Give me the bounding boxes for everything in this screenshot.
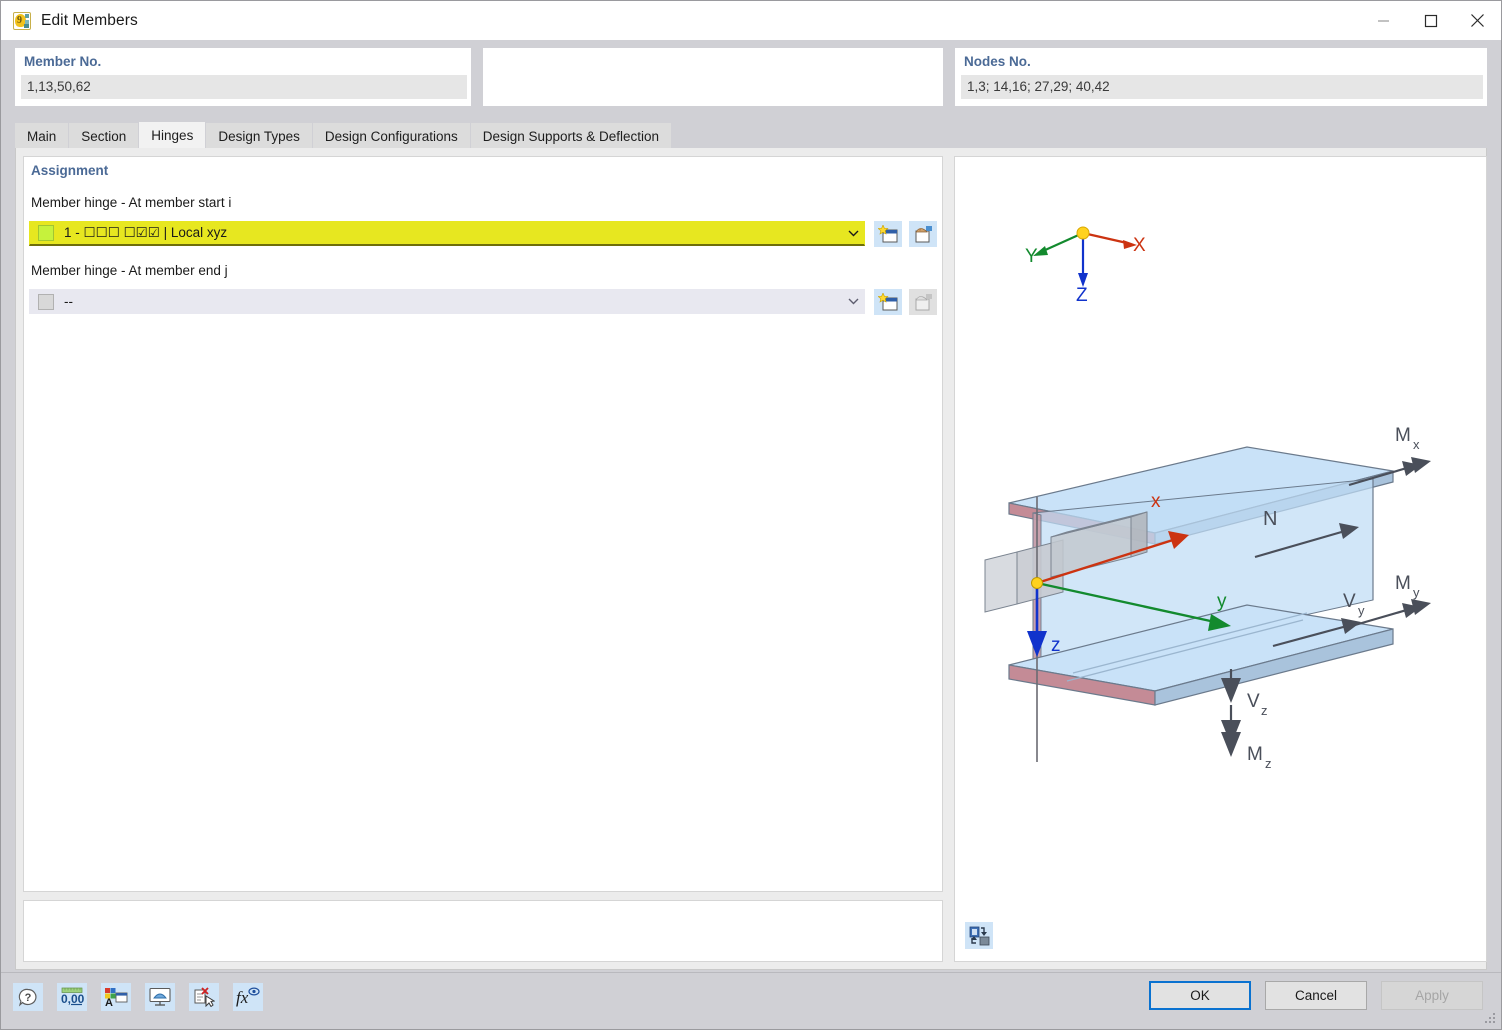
svg-text:fx: fx [236, 988, 249, 1007]
svg-text:V: V [1247, 691, 1260, 712]
member-hinge-end-value: -- [64, 294, 73, 309]
svg-text:X: X [1133, 235, 1146, 256]
member-hinge-start-label: Member hinge - At member start i [31, 195, 232, 210]
title-bar: 9 Edit Members [1, 1, 1501, 40]
app-icon: 9 [13, 11, 31, 30]
maximize-icon[interactable] [1407, 1, 1454, 40]
svg-text:M: M [1395, 425, 1411, 446]
close-icon[interactable] [1454, 1, 1501, 40]
svg-text:y: y [1413, 585, 1420, 600]
tab-design-supports-deflection[interactable]: Design Supports & Deflection [470, 123, 672, 148]
visualization-icon[interactable] [145, 983, 175, 1011]
member-hinge-start-value: 1 - ☐☐☐ ☐☑☑ | Local xyz [64, 225, 228, 240]
nodes-no-field: Nodes No. 1,3; 14,16; 27,29; 40,42 [955, 48, 1487, 106]
global-axis-triad: X Y Z [1025, 226, 1146, 306]
display-properties-icon[interactable]: A [101, 983, 131, 1011]
assignment-title: Assignment [31, 163, 109, 178]
svg-text:A: A [105, 997, 113, 1007]
member-no-field: Member No. 1,13,50,62 [15, 48, 471, 106]
dialog-buttons: OK Cancel Apply [1149, 981, 1483, 1010]
minimize-icon[interactable] [1360, 1, 1407, 40]
svg-text:x: x [1413, 437, 1420, 452]
chevron-down-icon[interactable] [842, 222, 864, 245]
svg-text:z: z [1051, 635, 1061, 656]
svg-text:M: M [1247, 744, 1263, 765]
member-no-input[interactable]: 1,13,50,62 [21, 75, 467, 99]
nodes-no-input[interactable]: 1,3; 14,16; 27,29; 40,42 [961, 75, 1483, 99]
svg-text:Z: Z [1076, 285, 1088, 306]
footer-toolbar: ? 0,00 A fx [13, 983, 263, 1011]
tab-hinges[interactable]: Hinges [139, 122, 206, 148]
toggle-view-button[interactable] [965, 922, 993, 949]
svg-text:N: N [1263, 508, 1277, 530]
tab-design-configurations[interactable]: Design Configurations [312, 123, 470, 148]
formula-icon[interactable]: fx [233, 983, 263, 1011]
dialog-footer: ? 0,00 A fx OK Cancel Apply [1, 972, 1501, 1029]
window-title: Edit Members [41, 11, 138, 29]
svg-text:V: V [1343, 591, 1356, 612]
assignment-panel: Assignment Member hinge - At member star… [23, 156, 943, 892]
svg-text:M: M [1395, 573, 1411, 594]
resize-grip[interactable] [1485, 1013, 1497, 1025]
member-no-label: Member No. [24, 54, 102, 69]
member-hinge-start-combo[interactable]: 1 - ☐☐☐ ☐☑☑ | Local xyz [29, 221, 865, 246]
new-member-hinge-end-button[interactable] [874, 289, 902, 315]
tab-section[interactable]: Section [69, 123, 139, 148]
member-hinge-graphic: X Y Z x y z N M x V y M y V z M z [984, 226, 1431, 771]
apply-button: Apply [1381, 981, 1483, 1010]
help-icon[interactable]: ? [13, 983, 43, 1011]
tab-main[interactable]: Main [15, 123, 69, 148]
chevron-down-icon[interactable] [842, 290, 864, 313]
ok-button[interactable]: OK [1149, 981, 1251, 1010]
svg-text:x: x [1151, 491, 1161, 512]
edit-member-hinge-end-button [909, 289, 937, 315]
decimal-places-icon[interactable]: 0,00 [57, 983, 87, 1011]
cancel-button[interactable]: Cancel [1265, 981, 1367, 1010]
svg-text:?: ? [25, 992, 32, 1004]
delete-icon[interactable] [189, 983, 219, 1011]
graphic-preview-panel: X Y Z x y z N M x V y M y V z M z [954, 156, 1487, 962]
svg-text:z: z [1265, 756, 1272, 771]
svg-text:y: y [1217, 591, 1227, 612]
svg-text:y: y [1358, 603, 1365, 618]
svg-text:Y: Y [1025, 246, 1038, 267]
tab-design-types[interactable]: Design Types [206, 123, 312, 148]
member-hinge-end-combo[interactable]: -- [29, 289, 865, 314]
new-member-hinge-start-button[interactable] [874, 221, 902, 247]
header-fields: Member No. 1,13,50,62 Nodes No. 1,3; 14,… [1, 40, 1501, 107]
assignment-footer-panel [23, 900, 943, 962]
edit-members-dialog: 9 Edit Members Member No. 1,13,50,62 Nod… [0, 0, 1502, 1030]
hinge-color-swatch [38, 225, 54, 241]
window-controls [1360, 1, 1501, 40]
footer-divider [1, 972, 1501, 973]
svg-text:z: z [1261, 703, 1268, 718]
nodes-no-label: Nodes No. [964, 54, 1031, 69]
member-hinge-end-label: Member hinge - At member end j [31, 263, 228, 278]
hinge-color-swatch [38, 293, 54, 310]
i-beam-graphic: x y z N M x V y M y V z M z [984, 425, 1431, 771]
edit-member-hinge-start-button[interactable] [909, 221, 937, 247]
tab-strip: Main Section Hinges Design Types Design … [15, 122, 672, 148]
middle-field[interactable] [483, 48, 943, 106]
